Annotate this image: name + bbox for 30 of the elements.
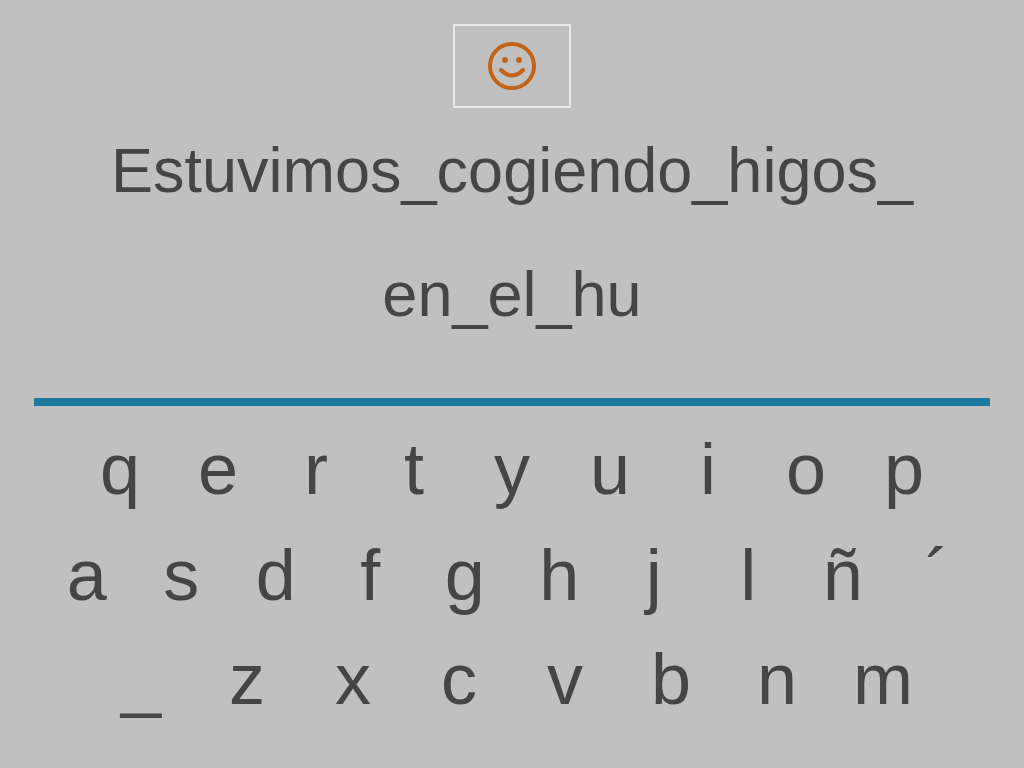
letter-key[interactable]: i xyxy=(659,426,757,512)
letter-key[interactable]: q xyxy=(71,426,169,512)
letter-key[interactable]: n xyxy=(724,636,830,722)
letter-key[interactable]: v xyxy=(512,636,618,722)
letter-key[interactable]: h xyxy=(512,532,607,618)
letter-key[interactable]: t xyxy=(365,426,463,512)
sentence-line: en_el_hu xyxy=(382,258,642,330)
letter-key[interactable]: s xyxy=(134,532,229,618)
letter-key[interactable]: _ xyxy=(88,636,194,722)
letter-key[interactable]: d xyxy=(228,532,323,618)
letter-key[interactable]: y xyxy=(463,426,561,512)
letter-key[interactable]: ñ xyxy=(795,532,890,618)
letter-key[interactable]: f xyxy=(323,532,418,618)
letter-key[interactable]: m xyxy=(830,636,936,722)
letter-key[interactable]: a xyxy=(39,532,134,618)
letter-key[interactable]: r xyxy=(267,426,365,512)
letter-key[interactable]: u xyxy=(561,426,659,512)
sentence-line: Estuvimos_cogiendo_higos_ xyxy=(111,134,913,206)
letter-key[interactable]: e xyxy=(169,426,267,512)
letter-key[interactable]: g xyxy=(417,532,512,618)
letter-key[interactable]: o xyxy=(757,426,855,512)
letter-key[interactable]: b xyxy=(618,636,724,722)
smiley-icon xyxy=(487,41,537,91)
letter-key[interactable]: p xyxy=(855,426,953,512)
letter-key[interactable]: x xyxy=(300,636,406,722)
letter-key[interactable]: l xyxy=(701,532,796,618)
letter-key[interactable]: ´ xyxy=(890,532,985,618)
letter-key[interactable]: z xyxy=(194,636,300,722)
letter-key[interactable]: c xyxy=(406,636,512,722)
letter-key[interactable]: j xyxy=(606,532,701,618)
